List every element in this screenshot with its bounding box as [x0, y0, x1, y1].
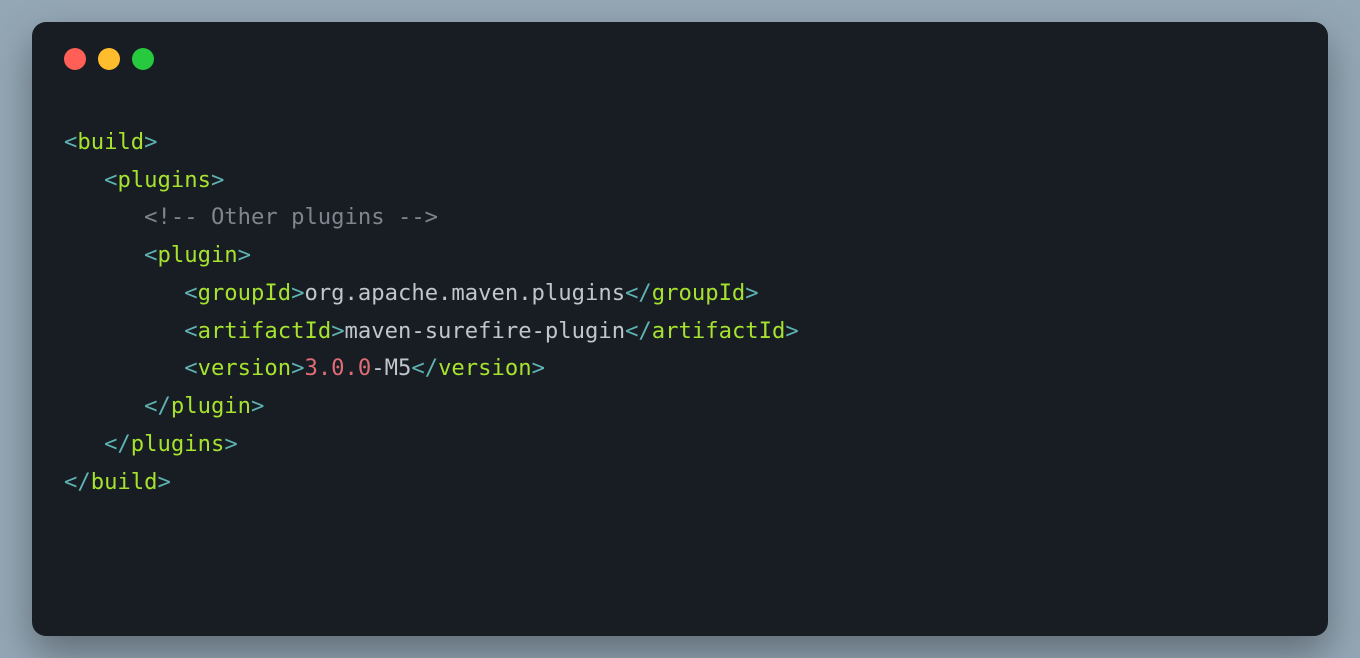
angle-bracket: </	[625, 280, 652, 306]
angle-bracket: </	[104, 431, 131, 457]
tag-plugins-open: plugins	[117, 167, 211, 193]
angle-bracket: >	[291, 280, 304, 306]
zoom-dot-icon[interactable]	[132, 48, 154, 70]
xml-comment: <!-- Other plugins -->	[144, 204, 438, 230]
close-dot-icon[interactable]	[64, 48, 86, 70]
code-block: <build> <plugins> <!-- Other plugins -->…	[64, 124, 1296, 501]
code-window: <build> <plugins> <!-- Other plugins -->…	[32, 22, 1328, 636]
indent	[64, 167, 104, 193]
tag-groupid-close: groupId	[652, 280, 746, 306]
angle-bracket: >	[224, 431, 237, 457]
tag-plugin-close: plugin	[171, 393, 251, 419]
angle-bracket: </	[625, 318, 652, 344]
indent	[64, 431, 104, 457]
indent	[64, 355, 184, 381]
tag-artifactid-close: artifactId	[652, 318, 786, 344]
angle-bracket: >	[331, 318, 344, 344]
angle-bracket: <	[64, 129, 77, 155]
angle-bracket: >	[144, 129, 157, 155]
indent	[64, 280, 184, 306]
angle-bracket: >	[158, 469, 171, 495]
tag-plugin-open: plugin	[158, 242, 238, 268]
angle-bracket: >	[785, 318, 798, 344]
tag-artifactid-open: artifactId	[198, 318, 332, 344]
angle-bracket: >	[251, 393, 264, 419]
angle-bracket: >	[745, 280, 758, 306]
tag-version-open: version	[198, 355, 292, 381]
minimize-dot-icon[interactable]	[98, 48, 120, 70]
window-traffic-lights	[64, 48, 1296, 70]
tag-build-open: build	[77, 129, 144, 155]
artifactid-text: maven-surefire-plugin	[345, 318, 626, 344]
tag-plugins-close: plugins	[131, 431, 225, 457]
angle-bracket: <	[144, 242, 157, 268]
angle-bracket: </	[411, 355, 438, 381]
angle-bracket: >	[291, 355, 304, 381]
angle-bracket: </	[144, 393, 171, 419]
angle-bracket: >	[238, 242, 251, 268]
indent	[64, 204, 144, 230]
tag-groupid-open: groupId	[198, 280, 292, 306]
groupid-text: org.apache.maven.plugins	[304, 280, 625, 306]
indent	[64, 393, 144, 419]
angle-bracket: <	[184, 318, 197, 344]
angle-bracket: >	[211, 167, 224, 193]
tag-build-close: build	[91, 469, 158, 495]
angle-bracket: </	[64, 469, 91, 495]
version-suffix: -M5	[371, 355, 411, 381]
indent	[64, 318, 184, 344]
version-number: 3.0.0	[304, 355, 371, 381]
angle-bracket: <	[184, 355, 197, 381]
angle-bracket: <	[104, 167, 117, 193]
indent	[64, 242, 144, 268]
angle-bracket: <	[184, 280, 197, 306]
angle-bracket: >	[532, 355, 545, 381]
tag-version-close: version	[438, 355, 532, 381]
